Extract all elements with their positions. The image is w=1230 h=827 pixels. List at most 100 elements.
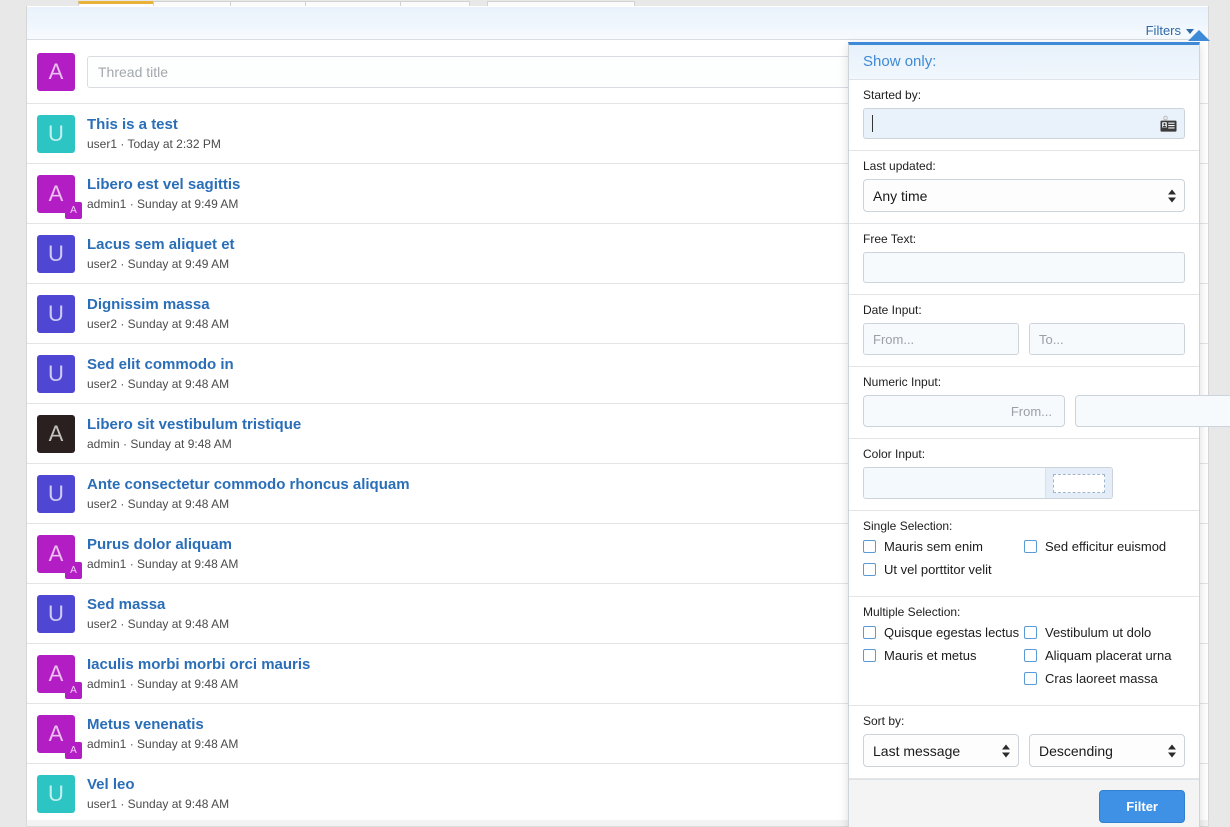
thread-title-link[interactable]: Lacus sem aliquet et xyxy=(87,236,235,254)
avatar[interactable]: AA xyxy=(37,534,82,579)
avatar[interactable]: AA xyxy=(37,714,82,759)
sub-header-bar: Filters xyxy=(27,7,1208,40)
avatar[interactable]: U xyxy=(37,594,75,633)
color-text-input[interactable] xyxy=(864,468,1045,498)
avatar-badge: A xyxy=(65,201,82,219)
thread-title-link[interactable]: Purus dolor aliquam xyxy=(87,536,238,554)
numeric-from-input[interactable] xyxy=(863,395,1065,427)
multiple-selection-item-label: Quisque egestas lectus xyxy=(884,625,1020,640)
thread-row-text: This is a test user1 · Today at 2:32 PM xyxy=(87,116,221,152)
single-selection-item-label: Ut vel porttitor velit xyxy=(884,562,992,577)
thread-title-link[interactable]: This is a test xyxy=(87,116,221,134)
thread-row-text: Libero sit vestibulum tristique admin · S… xyxy=(87,416,301,452)
avatar-badge: A xyxy=(65,741,82,759)
checkbox[interactable] xyxy=(1024,672,1037,685)
avatar[interactable]: A xyxy=(37,53,75,91)
avatar[interactable]: U xyxy=(37,354,75,393)
avatar-letter: U xyxy=(48,360,64,386)
color-input-wrap xyxy=(863,467,1113,499)
sort-field-select[interactable]: Last message xyxy=(863,734,1019,767)
sort-direction-select[interactable]: Descending xyxy=(1029,734,1185,767)
thread-meta: user1 · Today at 2:32 PM xyxy=(87,136,221,151)
avatar-letter: U xyxy=(48,480,64,506)
avatar-letter: U xyxy=(48,600,64,626)
avatar[interactable]: U xyxy=(37,234,75,273)
started-by-label: Started by: xyxy=(863,88,922,102)
date-from-field xyxy=(863,323,1019,355)
multiple-selection-item[interactable]: Cras laoreet massa xyxy=(1024,671,1185,687)
thread-meta: admin1 · Sunday at 9:48 AM xyxy=(87,676,239,691)
filter-submit-button[interactable]: Filter xyxy=(1099,790,1185,823)
thread-title-link[interactable]: Ante consectetur commodo rhoncus aliquam xyxy=(87,476,410,494)
avatar[interactable]: AA xyxy=(37,654,82,699)
single-selection-item-label: Mauris sem enim xyxy=(884,539,983,554)
thread-title-link[interactable]: Libero est vel sagittis xyxy=(87,176,240,194)
checkbox[interactable] xyxy=(863,626,876,639)
avatar[interactable]: U xyxy=(37,774,75,813)
numeric-input-pair xyxy=(863,395,1230,427)
color-input-label: Color Input: xyxy=(863,447,926,461)
thread-title-link[interactable]: Dignissim massa xyxy=(87,296,229,314)
avatar[interactable]: U xyxy=(37,294,75,333)
checkbox[interactable] xyxy=(1024,540,1037,553)
thread-meta: user2 · Sunday at 9:48 AM xyxy=(87,496,230,511)
multiple-selection-item[interactable]: Quisque egestas lectus xyxy=(863,625,1024,641)
thread-title-link[interactable]: Sed elit commodo in xyxy=(87,356,234,374)
avatar-letter: U xyxy=(48,300,64,326)
checkbox[interactable] xyxy=(863,563,876,576)
thread-meta: admin1 · Sunday at 9:48 AM xyxy=(87,556,239,571)
color-swatch xyxy=(1053,473,1105,493)
thread-title-link[interactable]: Sed massa xyxy=(87,596,229,614)
date-to-input[interactable] xyxy=(1030,324,1184,354)
avatar-letter: A xyxy=(48,720,64,746)
contact-card-icon[interactable] xyxy=(1158,113,1179,134)
sort-field-value: Last message xyxy=(873,742,961,759)
checkbox[interactable] xyxy=(1024,626,1037,639)
filter-panel: Show only: Started by: Last updated: Any… xyxy=(848,42,1230,827)
avatar-letter: A xyxy=(48,540,64,566)
single-selection-item[interactable]: Sed efficitur euismod xyxy=(1024,539,1185,555)
date-from-input[interactable] xyxy=(864,324,1018,354)
avatar[interactable]: AA xyxy=(37,174,82,219)
multiple-selection-item[interactable]: Aliquam placerat urna xyxy=(1024,648,1185,664)
multiple-selection-item-label: Cras laoreet massa xyxy=(1045,671,1158,686)
multiple-selection-item[interactable]: Vestibulum ut dolo xyxy=(1024,625,1185,641)
single-selection-item[interactable]: Mauris sem enim xyxy=(863,539,1024,555)
checkbox[interactable] xyxy=(1024,649,1037,662)
updown-arrows-icon xyxy=(1002,744,1010,757)
multiple-selection-col-right: Vestibulum ut dolo Aliquam placerat urna C… xyxy=(1024,625,1185,694)
thread-meta: admin · Sunday at 9:48 AM xyxy=(87,436,232,451)
numeric-to-input[interactable] xyxy=(1075,395,1230,427)
multiple-selection-item[interactable]: Mauris et metus xyxy=(863,648,1024,664)
date-input-pair xyxy=(863,323,1185,355)
thread-title-link[interactable]: Vel leo xyxy=(87,776,229,794)
started-by-input[interactable] xyxy=(863,108,1185,139)
last-updated-select[interactable]: Any time xyxy=(863,179,1185,212)
avatar[interactable]: U xyxy=(37,114,75,153)
filter-group-date-input: Date Input: xyxy=(849,295,1199,367)
single-selection-item[interactable]: Ut vel porttitor velit xyxy=(863,562,1024,578)
thread-title-link[interactable]: Iaculis morbi morbi orci mauris xyxy=(87,656,310,674)
updown-arrows-icon xyxy=(1168,744,1176,757)
avatar-badge: A xyxy=(65,561,82,579)
thread-title-link[interactable]: Libero sit vestibulum tristique xyxy=(87,416,301,434)
filter-group-multiple-selection: Multiple Selection: Quisque egestas lect… xyxy=(849,597,1199,706)
single-selection-item-label: Sed efficitur euismod xyxy=(1045,539,1167,554)
filter-group-started-by: Started by: xyxy=(849,80,1199,151)
thread-row-text: Sed massa user2 · Sunday at 9:48 AM xyxy=(87,596,229,632)
thread-title-link[interactable]: Metus venenatis xyxy=(87,716,238,734)
sort-by-pair: Last message Descending xyxy=(863,734,1185,767)
multiple-selection-item-label: Vestibulum ut dolo xyxy=(1045,625,1152,640)
thread-meta: user1 · Sunday at 9:48 AM xyxy=(87,796,230,811)
avatar[interactable]: U xyxy=(37,474,75,513)
thread-row-text: Ante consectetur commodo rhoncus aliquam… xyxy=(87,476,410,512)
checkbox[interactable] xyxy=(863,540,876,553)
checkbox[interactable] xyxy=(863,649,876,662)
avatar[interactable]: A xyxy=(37,414,75,453)
last-updated-value: Any time xyxy=(873,187,928,204)
free-text-label: Free Text: xyxy=(863,232,917,246)
filters-toggle[interactable]: Filters xyxy=(1146,23,1194,38)
free-text-input[interactable] xyxy=(863,252,1185,283)
filters-label: Filters xyxy=(1145,23,1181,38)
color-picker-button[interactable] xyxy=(1045,468,1112,498)
